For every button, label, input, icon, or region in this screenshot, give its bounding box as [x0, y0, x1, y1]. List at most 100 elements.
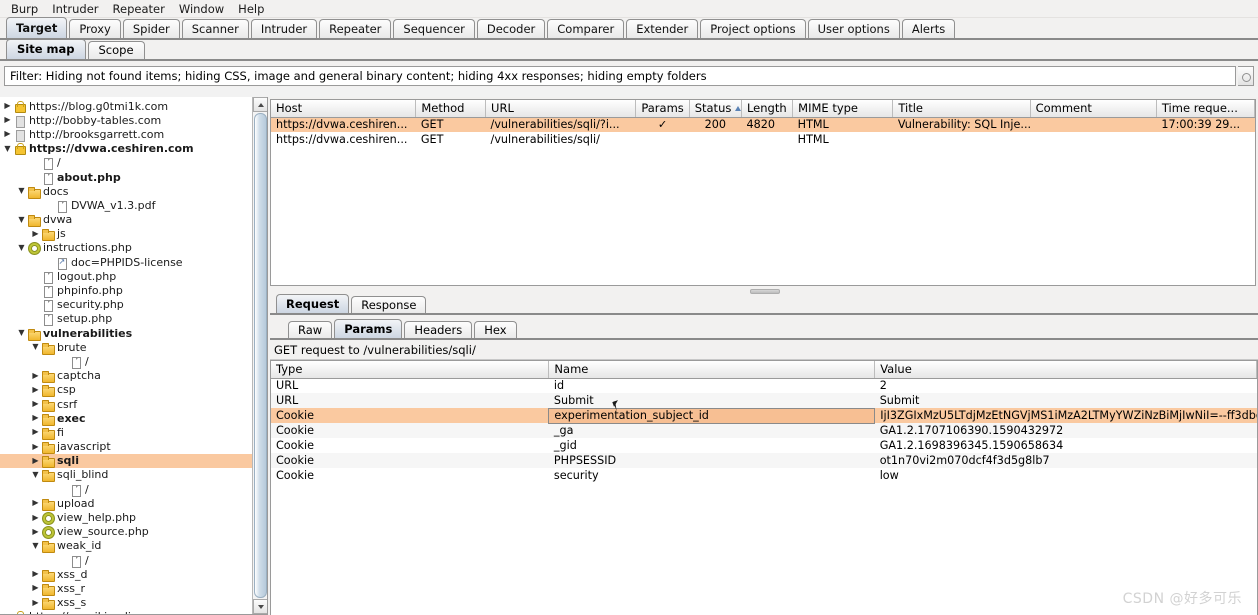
col-header-url[interactable]: URL: [485, 100, 637, 118]
tab-headers[interactable]: Headers: [404, 321, 473, 338]
site-map-node-[interactable]: /: [0, 156, 267, 171]
expand-collapse-closed-icon[interactable]: ▶: [30, 581, 41, 595]
site-map-node-captcha[interactable]: ▶ captcha: [0, 369, 267, 384]
site-map-node-sqli[interactable]: ▶ sqli: [0, 453, 267, 469]
params-table-row[interactable]: Cookie _ga GA1.2.1707106390.1590432972: [271, 423, 1257, 438]
site-map-node-instructions-php[interactable]: ▼ instructions.php: [0, 241, 267, 256]
param-cell-name[interactable]: experimentation_subject_id: [548, 407, 876, 424]
param-cell-value[interactable]: low: [875, 468, 1257, 483]
site-map-node-vulnerabilities[interactable]: ▼ vulnerabilities: [0, 326, 267, 341]
request-table-row[interactable]: https://dvwa.ceshiren... GET/vulnerabilit…: [271, 132, 1255, 147]
expand-collapse-closed-icon[interactable]: ▶: [30, 525, 41, 539]
tab-request[interactable]: Request: [276, 294, 350, 313]
param-cell-name[interactable]: id: [549, 378, 875, 393]
col-header-type[interactable]: Type: [271, 361, 550, 379]
site-map-node-https-en-wikipedia-org[interactable]: ▶ https://en.wikipedia.org: [0, 610, 267, 614]
tab-project-options[interactable]: Project options: [700, 19, 806, 38]
expand-collapse-closed-icon[interactable]: ▶: [2, 127, 13, 141]
site-map-node-logout-php[interactable]: logout.php: [0, 269, 267, 284]
site-map-node-sqli-blind[interactable]: ▼ sqli_blind: [0, 468, 267, 483]
menu-item-burp[interactable]: Burp: [4, 1, 45, 17]
menu-item-repeater[interactable]: Repeater: [106, 1, 172, 17]
expand-collapse-closed-icon[interactable]: ▶: [30, 397, 41, 411]
param-cell-name[interactable]: _ga: [549, 423, 875, 438]
expand-collapse-closed-icon[interactable]: ▶: [30, 425, 41, 439]
col-header-params[interactable]: Params: [635, 100, 690, 118]
params-table-row[interactable]: Cookie PHPSESSID ot1n70vi2m070dcf4f3d5g8lb…: [271, 453, 1257, 468]
site-map-node-security-php[interactable]: security.php: [0, 298, 267, 313]
params-table-row[interactable]: URL id 2: [271, 378, 1257, 393]
expand-collapse-closed-icon[interactable]: ▶: [30, 440, 41, 454]
menu-item-intruder[interactable]: Intruder: [45, 1, 105, 17]
site-map-node-about-php[interactable]: about.php: [0, 170, 267, 185]
param-cell-name[interactable]: _gid: [549, 438, 875, 453]
expand-collapse-open-icon[interactable]: ▼: [2, 142, 13, 156]
site-map-node-dvwa[interactable]: ▼ dvwa: [0, 213, 267, 228]
expand-collapse-open-icon[interactable]: ▼: [30, 340, 41, 354]
params-table-row[interactable]: Cookie security low: [271, 468, 1257, 483]
col-header-name[interactable]: Name: [548, 361, 876, 379]
expand-collapse-closed-icon[interactable]: ▶: [2, 610, 13, 614]
scroll-up-arrow-icon[interactable]: [253, 97, 267, 112]
site-map-node-csp[interactable]: ▶ csp: [0, 383, 267, 398]
tab-alerts[interactable]: Alerts: [901, 19, 956, 38]
expand-collapse-closed-icon[interactable]: ▶: [30, 411, 41, 425]
col-header-comment[interactable]: Comment: [1030, 100, 1157, 118]
expand-collapse-closed-icon[interactable]: ▶: [30, 567, 41, 581]
site-map-node-brute[interactable]: ▼ brute: [0, 340, 267, 355]
params-table-row[interactable]: URL Submit Submit: [271, 393, 1257, 408]
tab-extender[interactable]: Extender: [626, 19, 699, 38]
site-map-node-view-help-php[interactable]: ▶ view_help.php: [0, 510, 267, 526]
param-cell-name[interactable]: PHPSESSID: [549, 453, 875, 468]
tab-scope[interactable]: Scope: [87, 41, 145, 59]
tab-proxy[interactable]: Proxy: [69, 19, 121, 38]
expand-collapse-closed-icon[interactable]: ▶: [30, 383, 41, 397]
tab-response[interactable]: Response: [351, 296, 427, 313]
col-header-status[interactable]: Status: [689, 100, 742, 118]
site-map-node-fi[interactable]: ▶ fi: [0, 425, 267, 440]
site-map-node-[interactable]: /: [0, 354, 267, 369]
scroll-down-arrow-icon[interactable]: [253, 599, 267, 614]
site-map-node-csrf[interactable]: ▶ csrf: [0, 397, 267, 412]
site-map-node-xss-d[interactable]: ▶ xss_d: [0, 567, 267, 582]
expand-collapse-open-icon[interactable]: ▼: [30, 539, 41, 553]
menu-item-window[interactable]: Window: [172, 1, 231, 17]
site-map-node-doc-phpids-license[interactable]: doc=PHPIDS-license: [0, 255, 267, 270]
site-map-node-https-blog-g0tmi1k-com[interactable]: ▶ https://blog.g0tmi1k.com: [0, 99, 267, 113]
tab-spider[interactable]: Spider: [122, 19, 180, 38]
site-map-node-https-dvwa-ceshiren-com[interactable]: ▼ https://dvwa.ceshiren.com: [0, 142, 267, 156]
site-map-node-xss-r[interactable]: ▶ xss_r: [0, 581, 267, 596]
tab-decoder[interactable]: Decoder: [476, 19, 546, 38]
param-cell-value[interactable]: 2: [875, 378, 1257, 393]
expand-collapse-closed-icon[interactable]: ▶: [30, 596, 41, 610]
col-header-mime-type[interactable]: MIME type: [792, 100, 894, 118]
param-cell-value[interactable]: GA1.2.1707106390.1590432972: [875, 423, 1257, 438]
menu-item-help[interactable]: Help: [231, 1, 271, 17]
expand-collapse-closed-icon[interactable]: ▶: [30, 227, 41, 241]
site-map-node-phpinfo-php[interactable]: phpinfo.php: [0, 283, 267, 299]
tab-user-options[interactable]: User options: [807, 19, 900, 38]
site-map-node-upload[interactable]: ▶ upload: [0, 496, 267, 511]
request-table-row[interactable]: https://dvwa.ceshiren... GET/vulnerabilit…: [271, 117, 1255, 132]
expand-collapse-open-icon[interactable]: ▼: [16, 241, 27, 255]
params-table-row[interactable]: Cookie experimentation_subject_id IjI3ZGIx…: [271, 407, 1257, 424]
site-map-node-javascript[interactable]: ▶ javascript: [0, 440, 267, 455]
param-cell-value[interactable]: GA1.2.1698396345.1590658634: [875, 438, 1257, 453]
param-cell-name[interactable]: security: [549, 468, 875, 483]
expand-collapse-open-icon[interactable]: ▼: [16, 184, 27, 198]
site-map-tree[interactable]: ▶ https://blog.g0tmi1k.com ▶ http://bobby-t…: [0, 97, 267, 614]
horizontal-splitter[interactable]: [270, 286, 1258, 295]
tree-scrollbar[interactable]: [252, 97, 267, 614]
expand-collapse-closed-icon[interactable]: ▶: [2, 113, 13, 127]
tab-comparer[interactable]: Comparer: [547, 19, 625, 38]
tab-repeater[interactable]: Repeater: [319, 19, 392, 38]
tab-site-map[interactable]: Site map: [6, 39, 86, 59]
site-map-node-setup-php[interactable]: setup.php: [0, 312, 267, 327]
expand-collapse-closed-icon[interactable]: ▶: [30, 496, 41, 510]
site-map-node-[interactable]: /: [0, 553, 267, 568]
site-map-node-http-bobby-tables-com[interactable]: ▶ http://bobby-tables.com: [0, 113, 267, 128]
tab-hex[interactable]: Hex: [474, 321, 517, 338]
site-map-node-docs[interactable]: ▼ docs: [0, 184, 267, 199]
col-header-time-requested[interactable]: Time reque...: [1156, 100, 1255, 118]
col-header-host[interactable]: Host: [271, 100, 417, 118]
